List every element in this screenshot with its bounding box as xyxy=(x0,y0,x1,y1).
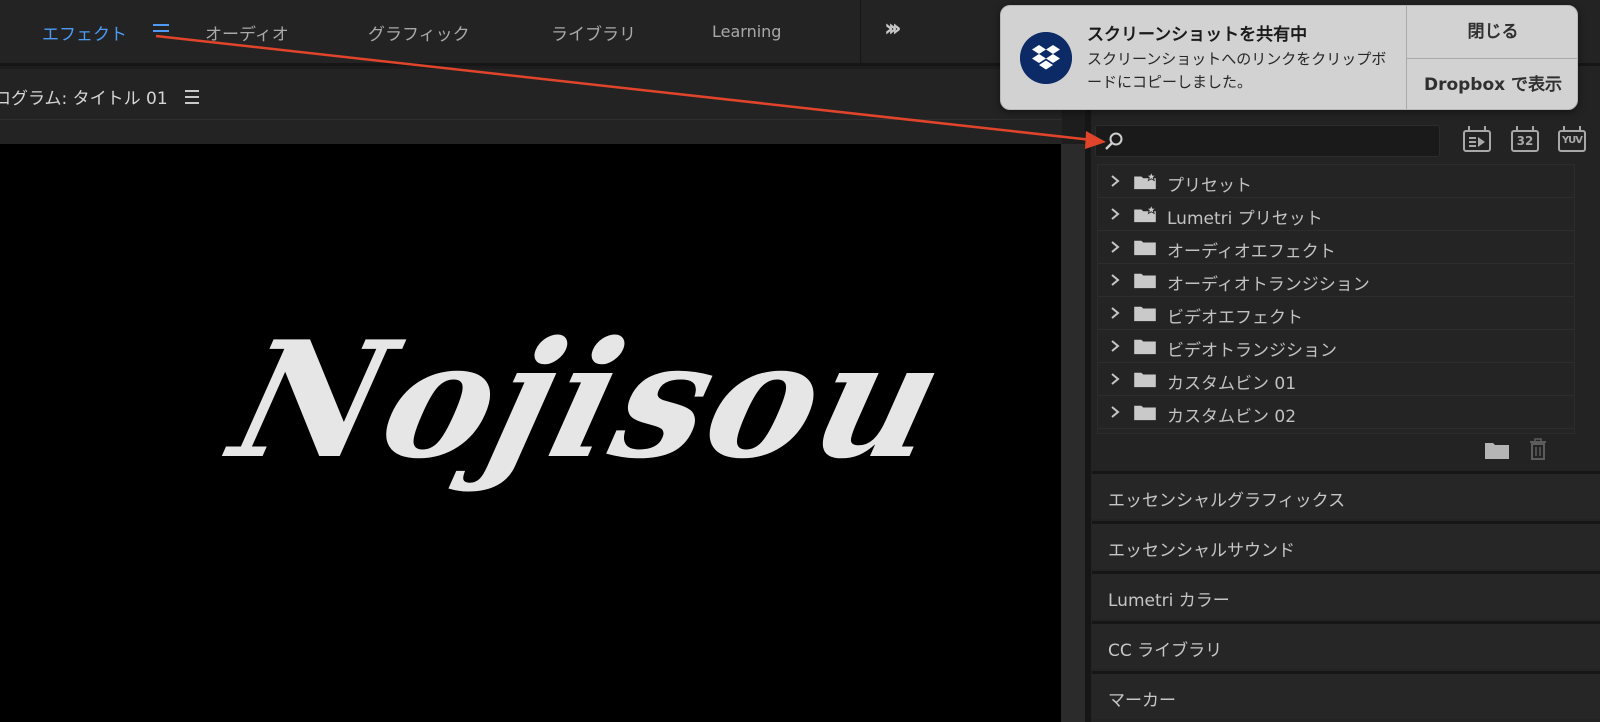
panel-label: エッセンシャルサウンド xyxy=(1108,541,1295,561)
yuv-effects-icon[interactable]: YUV xyxy=(1558,126,1586,152)
workspace-tab-audio[interactable]: オーディオ xyxy=(205,20,289,45)
dropbox-notification: スクリーンショットを共有中 スクリーンショットへのリンクをクリップボードにコピー… xyxy=(1000,5,1578,110)
tree-item-label: オーディオトランジション xyxy=(1167,275,1370,295)
folder-icon xyxy=(1134,405,1156,421)
badge-yuv-label: YUV xyxy=(1558,130,1586,152)
search-icon xyxy=(1105,132,1123,150)
badge-32-label: 32 xyxy=(1511,130,1539,152)
double-chevron-right-icon[interactable]: ››› xyxy=(884,14,902,42)
accelerated-effects-icon[interactable] xyxy=(1463,126,1491,152)
effects-search-input[interactable] xyxy=(1095,125,1440,157)
preset-folder-icon xyxy=(1134,172,1158,190)
tree-item-label: オーディオエフェクト xyxy=(1167,242,1336,262)
tree-item-label: Lumetri プリセット xyxy=(1167,209,1323,229)
panel-essential-sound[interactable]: エッセンシャルサウンド xyxy=(1092,521,1600,569)
tree-item-custom-bin-01[interactable]: カスタムビン 01 xyxy=(1098,363,1574,396)
chevron-right-icon[interactable] xyxy=(1108,173,1122,189)
notification-title: スクリーンショットを共有中 xyxy=(1087,25,1308,45)
effects-panel: 32 YUV プリセット Lumetri プリセット オーディオエフェクト オー… xyxy=(1091,66,1600,722)
panel-label: CC ライブラリ xyxy=(1108,641,1223,661)
panel-markers[interactable]: マーカー xyxy=(1092,671,1600,719)
chevron-right-icon[interactable] xyxy=(1108,206,1122,222)
workspace-tab-graphics[interactable]: グラフィック xyxy=(368,20,470,45)
workspace-tab-learning[interactable]: Learning xyxy=(712,22,781,41)
dropbox-logo-icon xyxy=(1020,32,1072,84)
panel-cc-libraries[interactable]: CC ライブラリ xyxy=(1092,621,1600,669)
tree-item-video-effects[interactable]: ビデオエフェクト xyxy=(1098,297,1574,330)
new-bin-icon[interactable] xyxy=(1484,440,1510,460)
panel-essential-graphics[interactable]: エッセンシャルグラフィックス xyxy=(1092,471,1600,519)
show-in-dropbox-button[interactable]: Dropbox で表示 xyxy=(1407,59,1577,109)
tree-item-label: ビデオトランジション xyxy=(1167,341,1337,361)
chevron-right-icon[interactable] xyxy=(1108,371,1122,387)
panel-menu-icon[interactable] xyxy=(185,90,199,108)
panel-label: エッセンシャルグラフィックス xyxy=(1108,491,1346,511)
chevron-right-icon[interactable] xyxy=(1108,272,1122,288)
workspace-tab-effects[interactable]: エフェクト xyxy=(42,20,127,45)
tree-item-presets[interactable]: プリセット xyxy=(1098,165,1574,198)
notification-body: スクリーンショットへのリンクをクリップボードにコピーしました。 xyxy=(1087,50,1387,91)
workspace-menu-icon[interactable] xyxy=(153,24,169,36)
folder-icon xyxy=(1134,339,1156,355)
header-divider xyxy=(0,119,1062,120)
tree-item-label: プリセット xyxy=(1167,176,1252,196)
tree-item-audio-effects[interactable]: オーディオエフェクト xyxy=(1098,231,1574,264)
premiere-window: エフェクト オーディオ グラフィック ライブラリ Learning ››› ログ… xyxy=(0,0,1600,722)
monitor-side-strip xyxy=(1061,144,1085,722)
tree-item-label: カスタムビン 02 xyxy=(1167,407,1297,427)
tree-item-audio-transitions[interactable]: オーディオトランジション xyxy=(1098,264,1574,297)
tree-item-lumetri-presets[interactable]: Lumetri プリセット xyxy=(1098,198,1574,231)
folder-icon xyxy=(1134,240,1156,256)
32-bit-color-icon[interactable]: 32 xyxy=(1511,126,1539,152)
trash-icon[interactable] xyxy=(1528,438,1548,460)
close-button[interactable]: 閉じる xyxy=(1407,6,1577,58)
panel-label: マーカー xyxy=(1108,691,1176,711)
chevron-right-icon[interactable] xyxy=(1108,239,1122,255)
workspace-tab-libraries[interactable]: ライブラリ xyxy=(551,20,636,45)
panel-label: Lumetri カラー xyxy=(1108,591,1230,611)
folder-icon xyxy=(1134,372,1156,388)
tree-item-label: ビデオエフェクト xyxy=(1167,308,1303,328)
program-monitor-title[interactable]: ログラム: タイトル 01 xyxy=(0,84,168,109)
preset-folder-icon xyxy=(1134,205,1158,223)
effects-tree: プリセット Lumetri プリセット オーディオエフェクト オーディオトランジ… xyxy=(1097,164,1575,434)
tree-item-custom-bin-02[interactable]: カスタムビン 02 xyxy=(1098,396,1574,429)
program-monitor-header: ログラム: タイトル 01 xyxy=(0,69,1062,144)
title-graphic-text: Nojisou xyxy=(216,306,963,494)
panel-lumetri-color[interactable]: Lumetri カラー xyxy=(1092,571,1600,619)
chevron-right-icon[interactable] xyxy=(1108,404,1122,420)
workspace-divider xyxy=(860,0,861,66)
chevron-right-icon[interactable] xyxy=(1108,305,1122,321)
tree-item-label: カスタムビン 01 xyxy=(1167,374,1297,394)
folder-icon xyxy=(1134,273,1156,289)
chevron-right-icon[interactable] xyxy=(1108,338,1122,354)
folder-icon xyxy=(1134,306,1156,322)
tree-item-video-transitions[interactable]: ビデオトランジション xyxy=(1098,330,1574,363)
